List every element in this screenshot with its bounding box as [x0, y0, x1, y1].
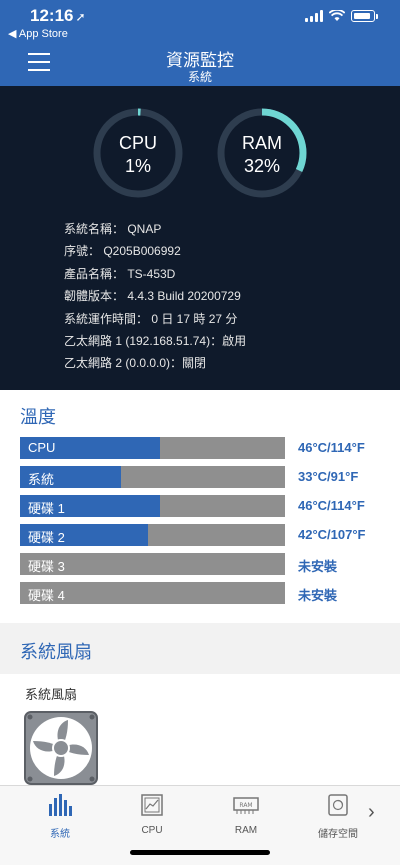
cpu-icon: [141, 794, 163, 816]
tab-label: 儲存空間: [318, 829, 358, 840]
tab-system[interactable]: 系統: [20, 794, 100, 840]
temperature-label: 系統: [28, 472, 55, 487]
cpu-gauge-label: CPU: [118, 133, 157, 153]
svg-text:RAM: RAM: [239, 802, 252, 809]
status-time: 12:16 ➚: [30, 6, 86, 26]
battery-tip: [376, 13, 378, 19]
temperature-row-disk-3: 硬碟 3: [20, 553, 285, 575]
temperature-label: 硬碟 3: [28, 559, 65, 574]
product-name: 產品名稱： TS-453D: [64, 266, 176, 281]
overview-panel: CPU 1% RAM 32% 系統名稱： QNAP 序號： Q205B00699…: [0, 86, 400, 390]
bar-chart-icon: [49, 794, 72, 816]
system-fan-section: 系統風扇 系統風扇: [0, 623, 400, 785]
system-info-list: 系統名稱： QNAP 序號： Q205B006992 產品名稱： TS-453D…: [64, 218, 246, 375]
tab-label: CPU: [141, 825, 163, 836]
tab-ram[interactable]: RAM RAM: [206, 794, 286, 836]
signal-icon: [305, 10, 323, 22]
temperature-row-system: 系統: [20, 466, 285, 488]
temperature-label: 硬碟 1: [28, 501, 65, 516]
temperature-value: 未安裝: [298, 559, 338, 574]
ethernet-2-status: 乙太網路 2 (0.0.0.0)：關閉: [64, 356, 207, 371]
fan-card: 系統風扇: [0, 674, 400, 785]
tab-storage[interactable]: 儲存空間: [298, 794, 378, 840]
temperature-label: CPU: [28, 440, 56, 455]
cpu-gauge-text: CPU 1%: [91, 132, 185, 178]
page-subtitle: 系統: [187, 70, 212, 84]
tab-label: RAM: [234, 825, 258, 836]
chevron-right-icon[interactable]: ›: [368, 801, 375, 824]
ram-icon: RAM: [233, 797, 259, 814]
wifi-icon: [329, 10, 345, 21]
fan-name: 系統風扇: [25, 687, 78, 702]
header-bar: 12:16 ➚ ◀ App Store 資源監控 系統: [0, 0, 400, 86]
fan-icon: [24, 711, 98, 785]
back-to-app-store[interactable]: ◀ App Store: [8, 27, 68, 40]
cpu-gauge-value: 1%: [124, 156, 151, 176]
temperature-row-disk-1: 硬碟 1: [20, 495, 285, 517]
tab-label: 系統: [50, 829, 70, 840]
tab-cpu[interactable]: CPU: [112, 794, 192, 836]
status-icons: [305, 10, 378, 22]
ram-gauge-text: RAM 32%: [215, 132, 309, 178]
battery-icon: [351, 10, 375, 22]
storage-icon: [328, 794, 348, 816]
temperature-value: 42°C/107°F: [298, 527, 366, 542]
temperature-row-disk-4: 硬碟 4: [20, 582, 285, 604]
temperature-title: 溫度: [20, 407, 56, 427]
ram-gauge-value: 32%: [243, 156, 281, 176]
temperature-row-cpu: CPU: [20, 437, 285, 459]
location-arrow-icon: ➚: [75, 10, 86, 24]
temperature-label: 硬碟 2: [28, 530, 65, 545]
ram-gauge-label: RAM: [242, 133, 282, 153]
ethernet-1-status: 乙太網路 1 (192.168.51.74)：啟用: [64, 334, 247, 349]
temperature-value: 46°C/114°F: [298, 440, 365, 455]
temperature-value: 未安裝: [298, 588, 338, 603]
firmware-version: 韌體版本： 4.4.3 Build 20200729: [64, 289, 241, 304]
status-time-text: 12:16: [30, 6, 74, 25]
temperature-value: 33°C/91°F: [298, 469, 359, 484]
temperature-value: 46°C/114°F: [298, 498, 365, 513]
system-uptime: 系統運作時間： 0 日 17 時 27 分: [64, 311, 238, 326]
temperature-label: 硬碟 4: [28, 588, 65, 603]
system-fan-title: 系統風扇: [20, 642, 92, 662]
temperature-row-disk-2: 硬碟 2: [20, 524, 285, 546]
serial-number: 序號： Q205B006992: [64, 244, 181, 259]
system-name: 系統名稱： QNAP: [64, 222, 162, 236]
cpu-gauge: CPU 1%: [91, 106, 185, 200]
home-indicator: [130, 850, 270, 855]
ram-gauge: RAM 32%: [215, 106, 309, 200]
